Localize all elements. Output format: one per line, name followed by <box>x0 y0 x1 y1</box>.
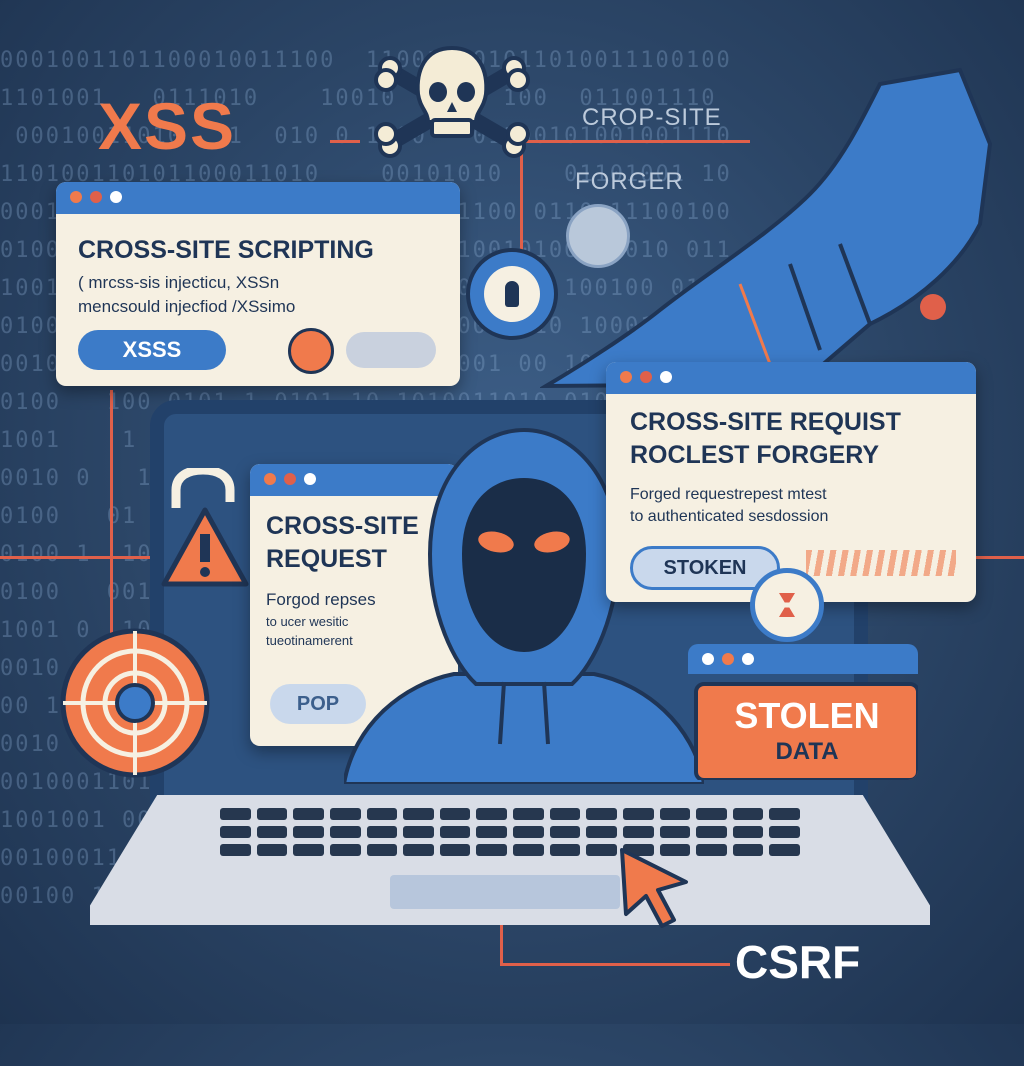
xss-button[interactable]: XSSS <box>78 330 226 370</box>
warning-icon <box>161 507 249 587</box>
circuit-line <box>0 556 160 559</box>
circuit-line <box>500 963 730 966</box>
alert-dot-icon <box>920 294 946 320</box>
redacted-stroke <box>806 550 956 576</box>
stolen-data-window: STOLEN DATA <box>688 644 918 780</box>
window-titlebar <box>56 182 460 214</box>
window-heading: ROCLEST FORGERY <box>630 441 880 469</box>
window-titlebar <box>688 644 918 674</box>
data-label: DATA <box>775 738 839 765</box>
window-line: to authenticated sesdossion <box>630 508 829 525</box>
keyboard <box>220 808 800 856</box>
circuit-line <box>500 925 503 965</box>
pointing-hand <box>540 67 993 389</box>
xss-window: CROSS-SITE SCRIPTING ( mrcss-sis injecti… <box>56 182 460 386</box>
window-line: mencsould injecfiod /XSsimo <box>78 297 296 316</box>
skull-crossbones-icon <box>374 45 530 158</box>
window-titlebar <box>606 362 976 394</box>
csrf-label: CSRF <box>735 936 861 988</box>
csrf-window-large: CROSS-SITE REQUIST ROCLEST FORGERY Forge… <box>606 362 976 602</box>
fire-icon <box>288 328 334 374</box>
open-lock-icon <box>171 468 235 508</box>
xss-title: XSS <box>98 89 237 163</box>
window-line: Forged requestrepest mtest <box>630 486 827 503</box>
cursor-arrow-icon <box>620 848 688 928</box>
window-heading: CROSS-SITE REQUIST <box>630 408 901 436</box>
blank-button[interactable] <box>346 332 436 368</box>
circuit-line <box>330 140 360 143</box>
trackpad <box>390 875 620 909</box>
window-heading: CROSS-SITE SCRIPTING <box>78 236 374 264</box>
target-icon <box>60 628 210 778</box>
window-line: ( mrcss-sis injecticu, XSSn <box>78 273 280 292</box>
stolen-data-badge: STOLEN DATA <box>694 682 918 780</box>
stolen-label: STOLEN <box>734 695 880 736</box>
hourglass-icon <box>750 568 824 642</box>
circuit-line <box>110 390 113 640</box>
